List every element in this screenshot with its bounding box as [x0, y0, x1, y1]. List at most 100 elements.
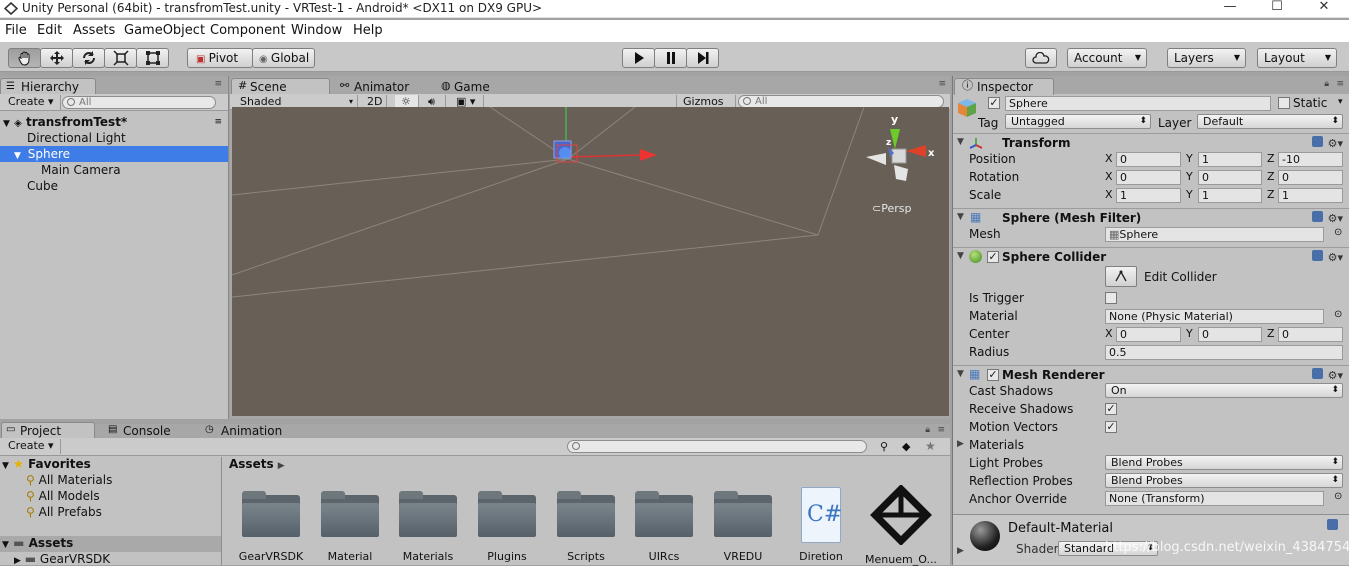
panel-menu-icon[interactable]: ≡: [938, 79, 946, 89]
mesh-field[interactable]: ▦Sphere: [1105, 227, 1324, 242]
materials-label[interactable]: Materials: [969, 437, 1024, 453]
mesh-renderer-component-header[interactable]: ▼ ▦ ✓ Mesh Renderer ⚙▾: [953, 365, 1349, 384]
center-z-field[interactable]: 0: [1278, 327, 1343, 342]
position-z-field[interactable]: -10: [1278, 152, 1343, 167]
is-trigger-checkbox[interactable]: [1105, 292, 1117, 304]
rotation-z-field[interactable]: 0: [1278, 170, 1343, 185]
menu-component[interactable]: Component: [210, 23, 285, 38]
hierarchy-item-directional-light[interactable]: Directional Light: [0, 130, 228, 146]
asset-folder-plugins[interactable]: Plugins: [472, 491, 542, 563]
edit-collider-button[interactable]: [1105, 266, 1137, 287]
tab-scene[interactable]: # Scene: [231, 78, 330, 95]
hierarchy-item-sphere[interactable]: ▼ Sphere: [0, 146, 228, 162]
menu-help[interactable]: Help: [353, 23, 383, 38]
object-name-field[interactable]: Sphere: [1005, 96, 1271, 111]
menu-file[interactable]: File: [5, 23, 27, 38]
hierarchy-item-cube[interactable]: Cube: [0, 178, 228, 194]
rotation-y-field[interactable]: 0: [1198, 170, 1262, 185]
tab-console[interactable]: ▤ Console: [104, 422, 194, 439]
menu-gameobject[interactable]: GameObject: [124, 23, 205, 38]
hand-tool-button[interactable]: [8, 48, 41, 68]
object-picker-icon[interactable]: ⊙: [1334, 227, 1342, 238]
tree-item-gearvrsdk[interactable]: ▶ ▬ GearVRSDK: [14, 552, 110, 566]
static-checkbox[interactable]: [1278, 97, 1290, 109]
scale-x-field[interactable]: 1: [1116, 188, 1181, 203]
rotate-tool-button[interactable]: [72, 48, 105, 68]
rect-tool-button[interactable]: [136, 48, 169, 68]
hierarchy-item-main-camera[interactable]: Main Camera: [0, 162, 228, 178]
anchor-override-field[interactable]: None (Transform): [1105, 491, 1324, 506]
asset-script-diretion[interactable]: C# Diretion: [786, 487, 856, 563]
hierarchy-create-button[interactable]: Create ▾: [2, 95, 61, 110]
play-button[interactable]: [622, 48, 655, 68]
mesh-filter-component-header[interactable]: ▼ ▦ Sphere (Mesh Filter) ⚙▾: [953, 208, 1349, 227]
component-help-icon[interactable]: ⚙▾: [1311, 250, 1343, 264]
asset-scene-menuem[interactable]: Menuem_O...: [865, 484, 937, 566]
favorite-star-icon[interactable]: ★: [925, 439, 936, 453]
pause-button[interactable]: [654, 48, 687, 68]
lock-icon[interactable]: 🔒︎: [1324, 79, 1329, 89]
close-button[interactable]: ✕: [1301, 0, 1347, 16]
asset-folder-scripts[interactable]: Scripts: [551, 491, 621, 563]
tag-dropdown[interactable]: Untagged: [1005, 114, 1151, 129]
favorite-all-materials[interactable]: ⚲ All Materials: [26, 473, 112, 487]
static-dropdown-arrow-icon[interactable]: ▾: [1338, 97, 1343, 107]
object-picker-icon[interactable]: ⊙: [1334, 491, 1342, 502]
collider-material-field[interactable]: None (Physic Material): [1105, 309, 1324, 324]
active-checkbox[interactable]: ✓: [988, 97, 1000, 109]
step-button[interactable]: [686, 48, 719, 68]
panel-menu-icon[interactable]: ≡: [937, 425, 945, 435]
material-help-icon[interactable]: [1327, 519, 1343, 533]
minimize-button[interactable]: —: [1207, 0, 1253, 16]
radius-field[interactable]: 0.5: [1105, 345, 1343, 360]
transform-component-header[interactable]: ▼ Transform ⚙▾: [953, 133, 1349, 152]
scale-y-field[interactable]: 1: [1198, 188, 1262, 203]
filter-by-label-icon[interactable]: ◆: [902, 440, 910, 453]
asset-folder-gearvrsdk[interactable]: GearVRSDK: [236, 491, 306, 563]
scene-root-row[interactable]: ▼ ◈ transfromTest* ≡: [0, 114, 228, 130]
scene-orientation-gizmo[interactable]: y x z: [862, 113, 942, 193]
tab-animation[interactable]: ◷ Animation: [202, 422, 302, 439]
rotation-x-field[interactable]: 0: [1116, 170, 1181, 185]
scale-z-field[interactable]: 1: [1278, 188, 1343, 203]
tab-inspector[interactable]: ⓘ Inspector: [954, 78, 1054, 95]
center-x-field[interactable]: 0: [1116, 327, 1181, 342]
component-help-icon[interactable]: ⚙▾: [1311, 136, 1343, 150]
asset-folder-material[interactable]: Material: [315, 491, 385, 563]
assets-root-row[interactable]: ▼ ▬ Assets: [0, 536, 221, 552]
asset-folder-vredu[interactable]: VREDU: [708, 491, 778, 563]
menu-assets[interactable]: Assets: [73, 23, 115, 38]
tab-animator[interactable]: ⚯ Animator: [335, 78, 431, 95]
tab-game[interactable]: ◍ Game: [435, 78, 515, 95]
materials-fold-arrow-icon[interactable]: ▶: [957, 439, 964, 449]
favorite-all-models[interactable]: ⚲ All Models: [26, 489, 100, 503]
fold-arrow-icon[interactable]: ▶: [957, 546, 964, 556]
receive-shadows-checkbox[interactable]: ✓: [1105, 403, 1117, 415]
panel-menu-icon[interactable]: ≡: [1336, 79, 1344, 89]
scale-tool-button[interactable]: [104, 48, 137, 68]
account-dropdown[interactable]: Account ▼: [1067, 48, 1147, 68]
position-y-field[interactable]: 1: [1198, 152, 1262, 167]
layout-dropdown[interactable]: Layout ▼: [1257, 48, 1337, 68]
tab-hierarchy[interactable]: ☰ Hierarchy: [0, 78, 96, 95]
assets-breadcrumb[interactable]: Assets ▶: [229, 457, 285, 471]
scene-viewport[interactable]: y x z ⊂Persp: [232, 107, 949, 416]
scene-menu-icon[interactable]: ≡: [214, 114, 222, 130]
tab-project[interactable]: ▭ Project: [1, 422, 95, 439]
renderer-enabled-checkbox[interactable]: ✓: [987, 369, 999, 381]
layer-dropdown[interactable]: Default: [1197, 114, 1343, 129]
menu-window[interactable]: Window: [291, 23, 342, 38]
pivot-toggle-button[interactable]: ▣ Pivot: [187, 48, 253, 68]
cast-shadows-dropdown[interactable]: On: [1105, 383, 1343, 398]
asset-folder-materials[interactable]: Materials: [393, 491, 463, 563]
cloud-button[interactable]: [1025, 48, 1057, 68]
collider-enabled-checkbox[interactable]: ✓: [987, 251, 999, 263]
favorites-row[interactable]: ▼ ★ Favorites: [2, 457, 91, 471]
light-probes-dropdown[interactable]: Blend Probes: [1105, 455, 1343, 470]
filter-by-type-icon[interactable]: ⚲: [880, 440, 888, 453]
position-x-field[interactable]: 0: [1116, 152, 1181, 167]
object-picker-icon[interactable]: ⊙: [1334, 309, 1342, 320]
global-toggle-button[interactable]: ◉ Global: [252, 48, 315, 68]
component-help-icon[interactable]: ⚙▾: [1311, 368, 1343, 382]
project-search-input[interactable]: [567, 440, 867, 453]
